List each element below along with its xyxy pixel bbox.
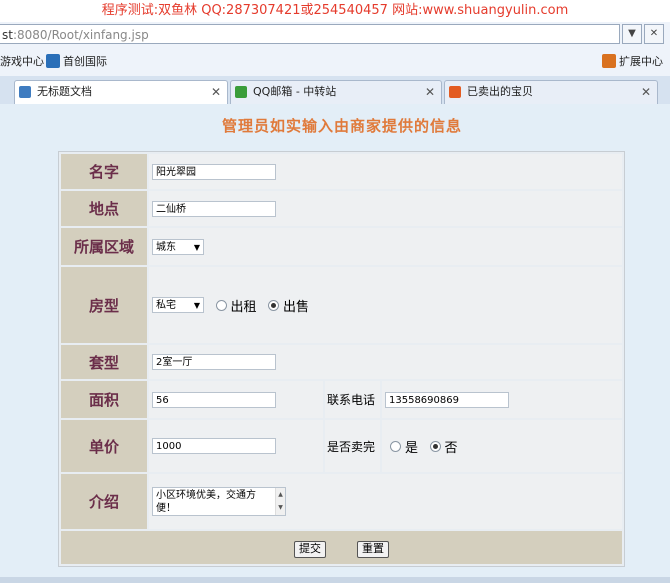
property-form: 名字 阳光翠园 地点 二仙桥 所属区域 城东 ▼ 房型 私宅 ▼ 出租 出售 套型 …: [58, 151, 625, 567]
house-type-select[interactable]: 私宅 ▼: [152, 297, 204, 313]
rent-radio[interactable]: [215, 299, 227, 311]
tab-close-icon[interactable]: ✕: [425, 81, 435, 103]
district-label: 所属区域: [61, 228, 147, 265]
tab-qq-mail[interactable]: QQ邮箱 - 中转站 ✕: [230, 80, 442, 104]
location-label: 地点: [61, 191, 147, 226]
cube-icon: [602, 54, 616, 68]
favorite-game-center[interactable]: 游戏中心: [0, 54, 44, 70]
name-input[interactable]: 阳光翠园: [152, 163, 276, 180]
page-content: 管理员如实输入由商家提供的信息 名字 阳光翠园 地点 二仙桥 所属区域 城东 ▼ …: [0, 104, 670, 583]
rent-label: 出租: [230, 299, 257, 315]
tab-untitled-document[interactable]: 无标题文档 ✕: [14, 80, 228, 104]
page-title: 管理员如实输入由商家提供的信息: [221, 117, 462, 135]
submit-button[interactable]: 提交: [293, 541, 326, 558]
sold-no-radio[interactable]: [429, 440, 441, 452]
page-icon: [19, 86, 31, 98]
location-input[interactable]: 二仙桥: [152, 200, 276, 217]
chevron-down-icon: ▼: [193, 242, 200, 252]
sale-label: 出售: [283, 299, 310, 315]
close-icon[interactable]: ✕: [644, 24, 664, 44]
chevron-down-icon: ▼: [193, 301, 200, 310]
shop-icon: [449, 86, 461, 98]
extension-center[interactable]: 扩展中心: [602, 54, 663, 70]
tab-close-icon[interactable]: ✕: [641, 81, 651, 103]
area-label: 面积: [61, 381, 147, 418]
price-input[interactable]: 1000: [152, 438, 276, 454]
phone-label: 联系电话: [325, 381, 380, 418]
district-select[interactable]: 城东 ▼: [152, 238, 204, 255]
name-label: 名字: [61, 154, 147, 189]
address-input[interactable]: st:8080/Root/xinfang.jsp: [0, 24, 620, 44]
tab-close-icon[interactable]: ✕: [211, 81, 221, 103]
reset-button[interactable]: 重置: [357, 541, 390, 558]
favorites-bar: 游戏中心 首创国际 扩展中心: [0, 48, 670, 77]
sale-radio[interactable]: [268, 299, 280, 311]
price-label: 单价: [61, 420, 147, 472]
test-banner: 程序测试:双鱼林 QQ:287307421或254540457 网站:www.s…: [0, 0, 670, 22]
intro-textarea[interactable]: 小区环境优美，交通方便！ ▲ ▼: [152, 487, 286, 516]
favorite-bookmark[interactable]: 首创国际: [46, 54, 107, 70]
address-bar-row: st:8080/Root/xinfang.jsp ▼ ✕: [0, 22, 670, 48]
intro-label: 介绍: [61, 474, 147, 529]
layout-label: 套型: [61, 345, 147, 379]
sold-yes-label: 是: [405, 440, 419, 456]
phone-input[interactable]: 13558690869: [385, 391, 509, 408]
status-bar: [0, 577, 670, 583]
layout-input[interactable]: 2室一厅: [152, 354, 276, 370]
tab-strip: 无标题文档 ✕ QQ邮箱 - 中转站 ✕ 已卖出的宝贝 ✕: [0, 76, 670, 104]
area-input[interactable]: 56: [152, 391, 276, 408]
sold-no-label: 否: [444, 440, 458, 456]
address-dropdown-icon[interactable]: ▼: [622, 24, 642, 44]
tab-sold-items[interactable]: 已卖出的宝贝 ✕: [444, 80, 658, 104]
sold-yes-radio[interactable]: [390, 440, 401, 452]
textarea-scrollbar[interactable]: ▲ ▼: [275, 488, 285, 515]
mail-icon: [235, 86, 247, 98]
sold-label: 是否卖完: [325, 420, 380, 472]
type-label: 房型: [61, 267, 147, 343]
bookmark-icon: [46, 54, 60, 68]
